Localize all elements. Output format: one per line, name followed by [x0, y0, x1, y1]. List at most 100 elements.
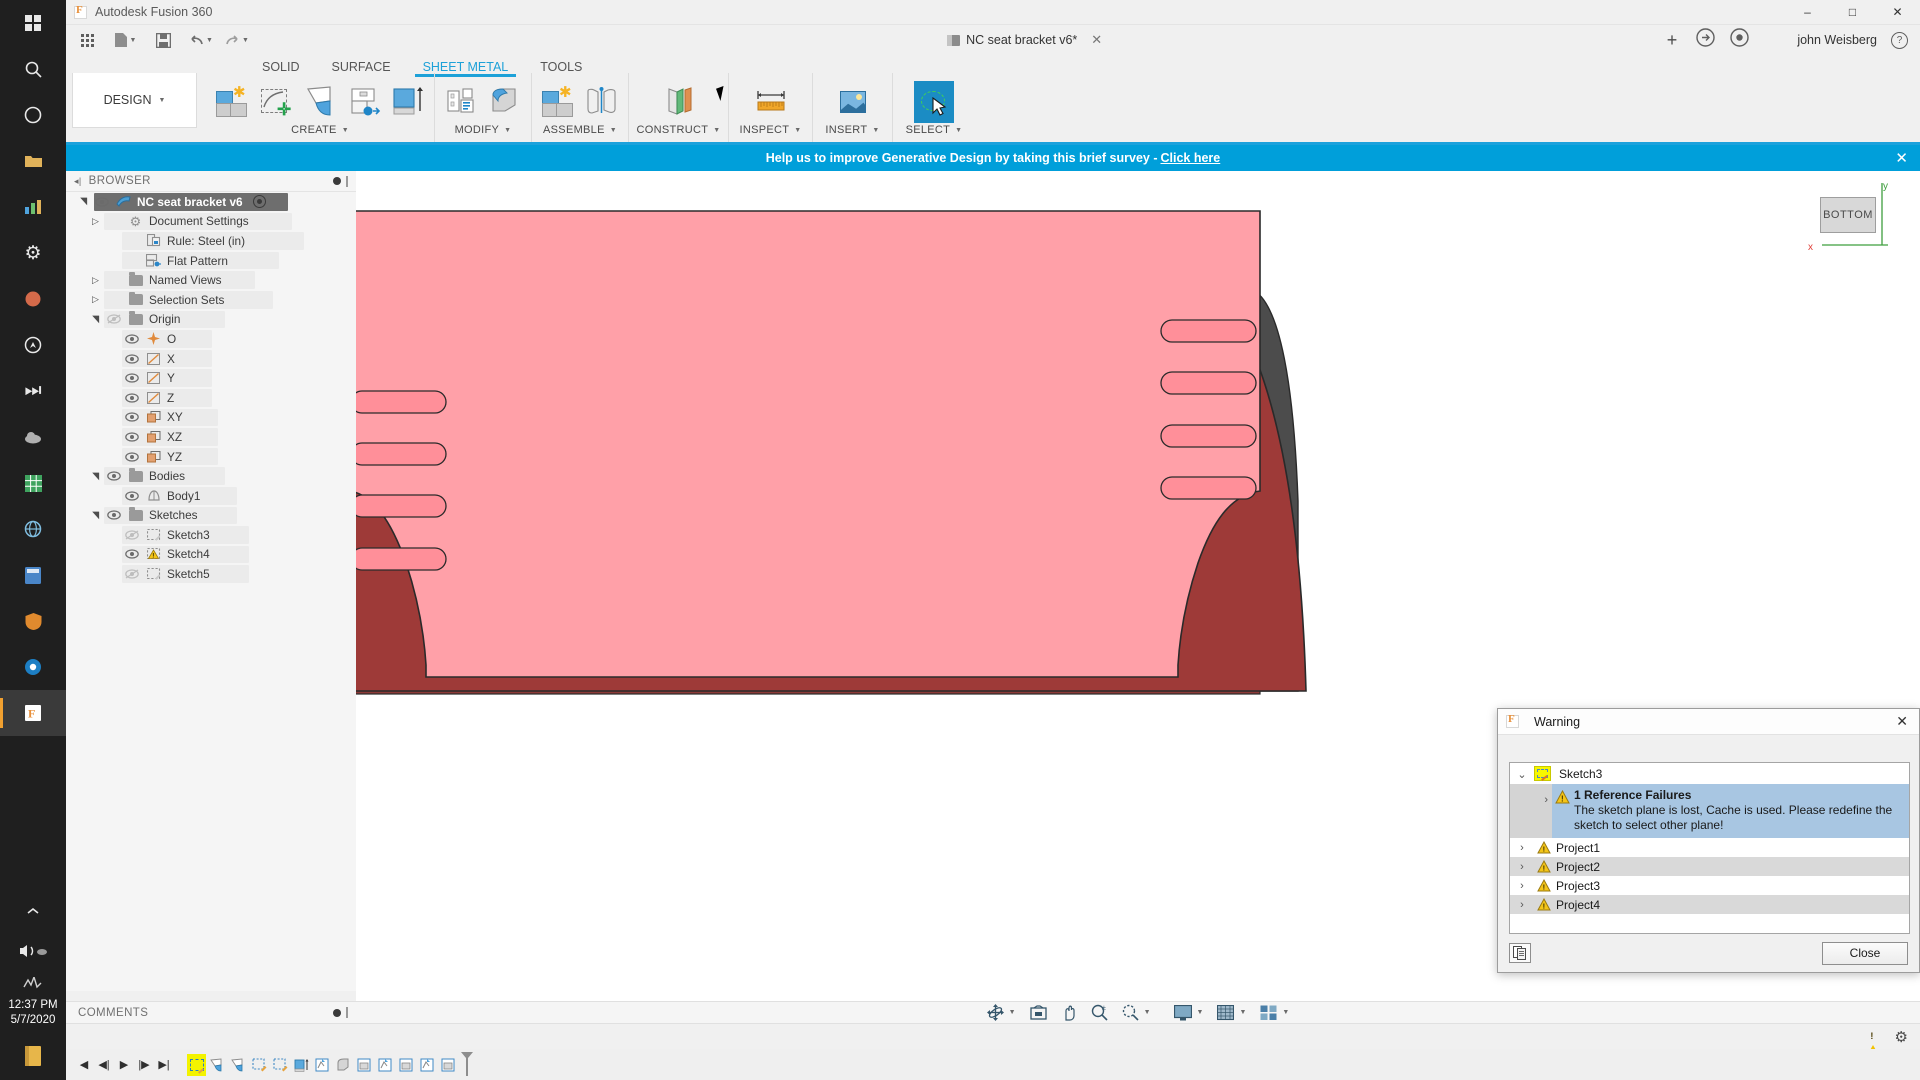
eye-visible-icon[interactable]	[124, 491, 140, 501]
timeline-play-begin[interactable]: ◀	[74, 1058, 94, 1071]
browser-tree-item-document-settings[interactable]: ⚙ Document Settings	[66, 212, 356, 232]
comments-panel-menu[interactable]	[333, 1007, 348, 1018]
banner-close-icon[interactable]: ✕	[1895, 149, 1908, 167]
book-icon[interactable]	[0, 1032, 66, 1080]
eye-visible-icon[interactable]	[94, 197, 110, 207]
eye-visible-icon[interactable]	[124, 412, 140, 422]
warning-list-item-project2[interactable]: › ! Project2	[1510, 857, 1909, 876]
warning-list-item-project1[interactable]: › ! Project1	[1510, 838, 1909, 857]
timeline-item-sketch-edit-1[interactable]	[250, 1054, 269, 1076]
chart-icon[interactable]	[0, 184, 66, 230]
extrude-icon[interactable]	[388, 81, 428, 123]
ribbon-group-modify-label[interactable]: MODIFY ▼	[455, 124, 512, 136]
timeline-item-flange-1[interactable]	[208, 1054, 227, 1076]
folder-icon[interactable]	[0, 138, 66, 184]
unfold-icon[interactable]	[344, 81, 384, 123]
timeline-play[interactable]: ▶	[114, 1058, 134, 1071]
zoom-icon[interactable]: ±	[1091, 1004, 1108, 1021]
collapse-panel-icon[interactable]: ◂|	[74, 176, 82, 187]
chevron-right-icon[interactable]	[90, 216, 101, 227]
browser-tree-item-sketch5[interactable]: Sketch5	[66, 564, 356, 584]
close-button[interactable]: ✕	[1875, 0, 1920, 25]
timeline-step-forward[interactable]: |▶	[134, 1058, 154, 1071]
eye-hidden-icon[interactable]	[124, 530, 140, 540]
browser-tree-item-bodies[interactable]: Bodies	[66, 466, 356, 486]
chevron-down-icon[interactable]	[90, 314, 101, 325]
chevron-down-icon[interactable]	[78, 196, 89, 207]
press-pull-icon[interactable]	[441, 81, 481, 123]
eye-visible-icon[interactable]	[124, 432, 140, 442]
browser-tree-item-z[interactable]: Z	[66, 388, 356, 408]
warning-dialog-list[interactable]: ⌄ Sketch3 › ! 1 Reference Failures The s…	[1509, 762, 1910, 934]
design-workspace-dropdown[interactable]: DESIGN ▼	[72, 73, 197, 128]
chevron-down-icon[interactable]	[90, 510, 101, 521]
timeline-play-end[interactable]: ▶|	[154, 1058, 174, 1071]
ribbon-group-create-label[interactable]: CREATE ▼	[291, 124, 349, 136]
flange-icon[interactable]	[300, 81, 340, 123]
eye-visible-icon[interactable]	[124, 549, 140, 560]
browser-tree-item-body1[interactable]: Body1	[66, 486, 356, 506]
look-at-icon[interactable]	[1029, 1005, 1047, 1020]
insert-image-icon[interactable]	[833, 81, 873, 123]
warning-triangle-icon[interactable]	[1864, 1027, 1881, 1059]
eye-visible-icon[interactable]	[106, 510, 122, 520]
ribbon-group-assemble-label[interactable]: ASSEMBLE ▼	[543, 124, 617, 136]
browser-tree-item-x[interactable]: X	[66, 349, 356, 369]
timeline-marker[interactable]	[459, 1051, 475, 1080]
fit-icon[interactable]: ▼	[1122, 1004, 1151, 1021]
timeline-item-cut-1[interactable]	[313, 1054, 332, 1076]
new-file-button[interactable]: ▼	[112, 27, 138, 53]
gear-icon[interactable]: ⚙	[1895, 1028, 1908, 1046]
browser-tree-item-named-views[interactable]: Named Views	[66, 270, 356, 290]
browser-tree-item-nc-seat-bracket-v6[interactable]: NC seat bracket v6	[66, 192, 356, 212]
chevron-down-icon[interactable]: ⌄	[1510, 766, 1534, 781]
ribbon-group-select-label[interactable]: SELECT ▼	[906, 124, 963, 136]
view-cube-face-label[interactable]: BOTTOM	[1820, 197, 1876, 233]
shield-icon[interactable]	[0, 598, 66, 644]
ribbon-group-insert-label[interactable]: INSERT ▼	[825, 124, 879, 136]
joint-icon[interactable]	[582, 81, 622, 123]
browser-tree-item-sketch3[interactable]: Sketch3	[66, 525, 356, 545]
browser-tree-item-sketches[interactable]: Sketches	[66, 506, 356, 526]
calculator-icon[interactable]	[0, 552, 66, 598]
activate-component-icon[interactable]	[252, 195, 266, 209]
timeline-item-cut-3[interactable]	[418, 1054, 437, 1076]
browser-tree-item-selection-sets[interactable]: Selection Sets	[66, 290, 356, 310]
chevron-right-icon[interactable]: ›	[1510, 880, 1534, 892]
warning-list-item-reference-failure[interactable]: › ! 1 Reference Failures The sketch plan…	[1510, 784, 1909, 838]
document-tab-close-icon[interactable]: ✕	[1091, 32, 1102, 48]
viewports-icon[interactable]: ▼	[1260, 1005, 1289, 1021]
taskbar-clock[interactable]: 12:37 PM 5/7/2020	[8, 998, 57, 1032]
timeline-item-flange-2[interactable]	[229, 1054, 248, 1076]
warning-dialog-close-icon[interactable]: ✕	[1891, 713, 1913, 730]
copy-to-clipboard-icon[interactable]	[1509, 943, 1531, 963]
timeline-item-pattern-2[interactable]	[397, 1054, 416, 1076]
compass-icon[interactable]	[0, 322, 66, 368]
new-tab-icon[interactable]: +	[1667, 30, 1678, 51]
chevron-right-icon[interactable]: ›	[1544, 794, 1548, 806]
taskbar-fusion-icon[interactable]: F	[0, 690, 66, 736]
orbit-icon[interactable]: ▼	[986, 1004, 1016, 1021]
warning-list-root[interactable]: ⌄ Sketch3	[1510, 763, 1909, 784]
browser-tree-item-xz[interactable]: XZ	[66, 427, 356, 447]
windows-start-icon[interactable]	[0, 0, 66, 46]
save-button[interactable]	[150, 27, 176, 53]
maximize-button[interactable]: □	[1830, 0, 1875, 25]
new-component-icon[interactable]: ✱	[538, 81, 578, 123]
skip-icon[interactable]: ⏭	[0, 368, 66, 414]
warning-dialog-close-button[interactable]: Close	[1822, 941, 1908, 965]
browser-tree-item-o[interactable]: O	[66, 329, 356, 349]
ribbon-group-construct-label[interactable]: CONSTRUCT ▼	[637, 124, 721, 136]
grid-icon[interactable]	[0, 460, 66, 506]
browser-panel-menu[interactable]	[333, 175, 348, 187]
eye-visible-icon[interactable]	[124, 334, 140, 344]
volume-icon[interactable]	[0, 934, 66, 968]
timeline-item-fillet[interactable]	[334, 1054, 353, 1076]
browser-tree-item-y[interactable]: Y	[66, 368, 356, 388]
eye-visible-icon[interactable]	[124, 373, 140, 383]
new-sheet-metal-component-icon[interactable]: ✱	[212, 81, 252, 123]
grid-settings-icon[interactable]: ▼	[1217, 1004, 1246, 1021]
cloud-icon[interactable]	[0, 414, 66, 460]
chevron-right-icon[interactable]: ›	[1510, 861, 1534, 873]
eye-hidden-icon[interactable]	[124, 569, 140, 579]
